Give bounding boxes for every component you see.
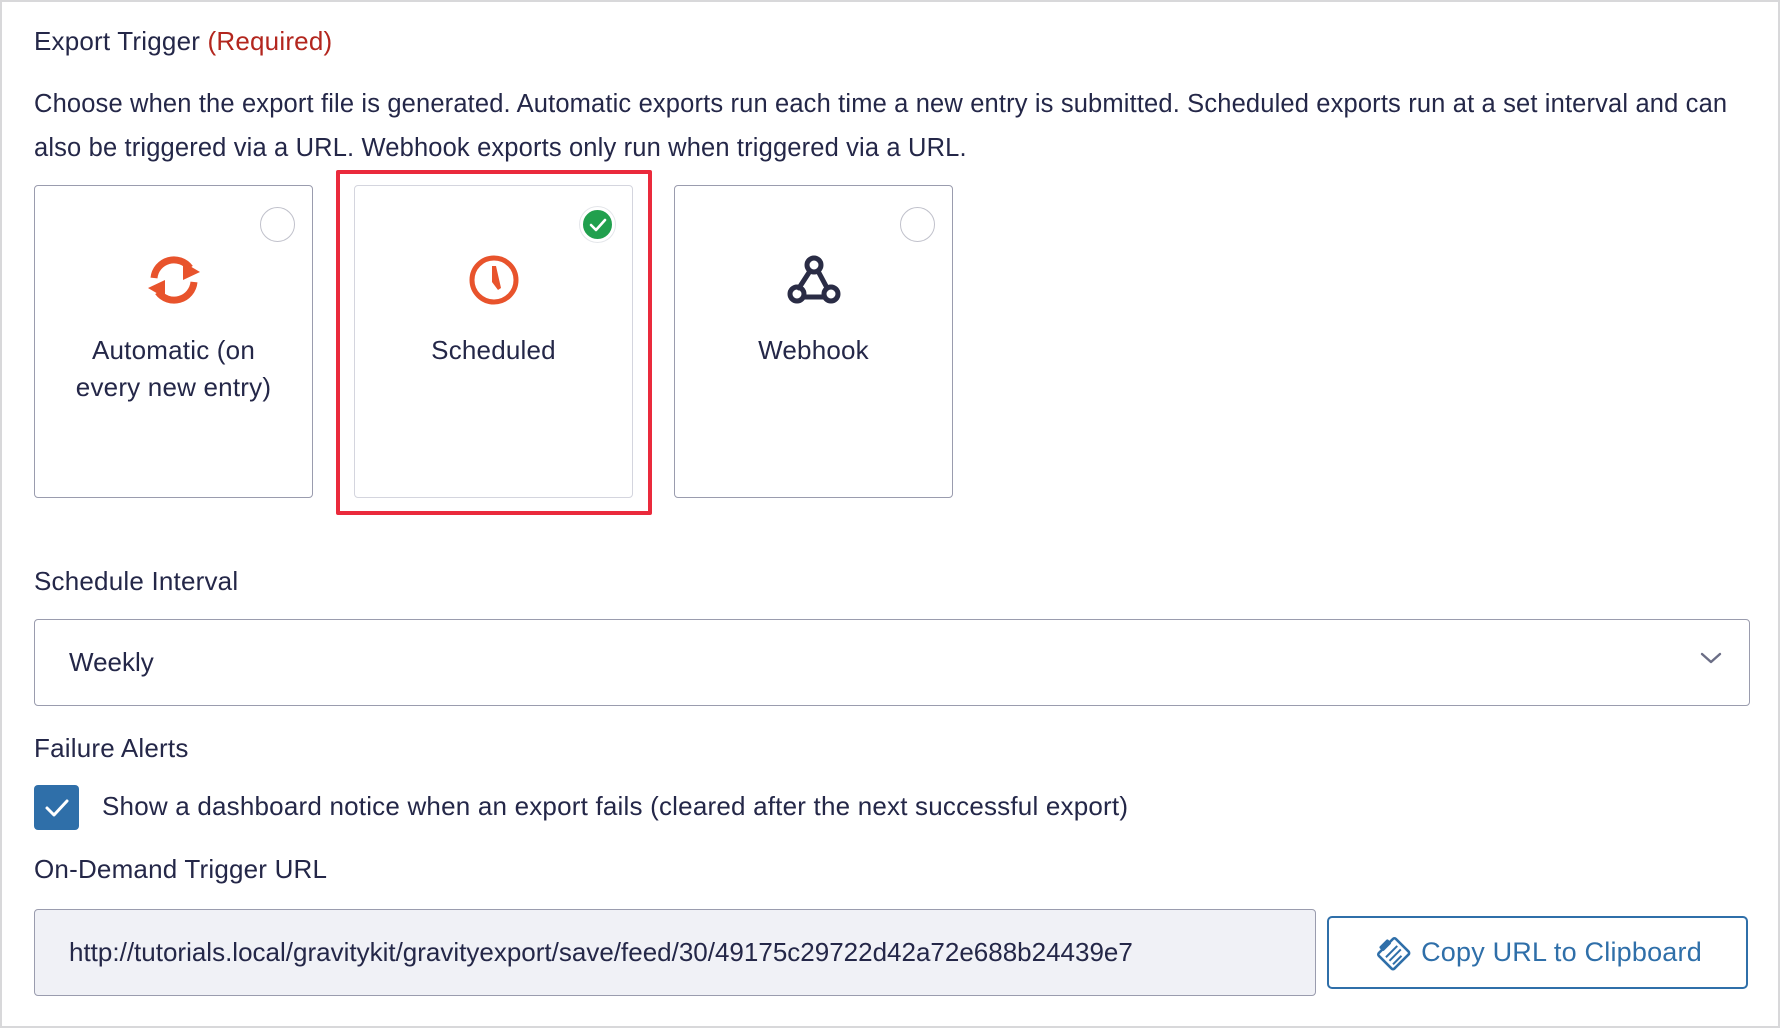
copy-url-button-label: Copy URL to Clipboard [1421, 937, 1702, 967]
trigger-option-webhook[interactable]: Webhook [674, 185, 953, 498]
radio-automatic[interactable] [260, 207, 295, 242]
trigger-url-label: On-Demand Trigger URL [34, 854, 328, 884]
clipboard-tag-icon [1377, 936, 1411, 970]
sync-icon [35, 244, 312, 316]
chevron-down-icon [1700, 652, 1722, 664]
copy-url-button[interactable]: Copy URL to Clipboard [1327, 916, 1748, 989]
trigger-option-automatic[interactable]: Automatic (on every new entry) [34, 185, 313, 498]
selection-highlight-box [336, 170, 652, 515]
trigger-url-field[interactable]: http://tutorials.local/gravitykit/gravit… [34, 909, 1316, 996]
required-marker: (Required) [207, 26, 333, 56]
failure-alerts-checkbox[interactable] [34, 785, 79, 830]
failure-alerts-label: Failure Alerts [34, 733, 189, 763]
schedule-interval-value: Weekly [69, 647, 154, 677]
schedule-interval-label: Schedule Interval [34, 566, 239, 596]
failure-alerts-text: Show a dashboard notice when an export f… [102, 791, 1129, 821]
checkmark-icon [45, 799, 68, 816]
webhook-icon [675, 244, 952, 316]
export-trigger-title: Export Trigger [34, 26, 201, 56]
trigger-option-label: Automatic (on every new entry) [75, 335, 272, 402]
schedule-interval-select[interactable]: Weekly [34, 619, 1750, 706]
export-trigger-description: Choose when the export file is generated… [34, 90, 1728, 162]
trigger-option-label: Webhook [758, 335, 869, 365]
trigger-url-value: http://tutorials.local/gravitykit/gravit… [69, 937, 1133, 967]
export-trigger-label: Export Trigger (Required) [34, 26, 332, 57]
export-settings-panel: Export Trigger (Required) Choose when th… [0, 0, 1780, 1028]
radio-webhook[interactable] [900, 207, 935, 242]
